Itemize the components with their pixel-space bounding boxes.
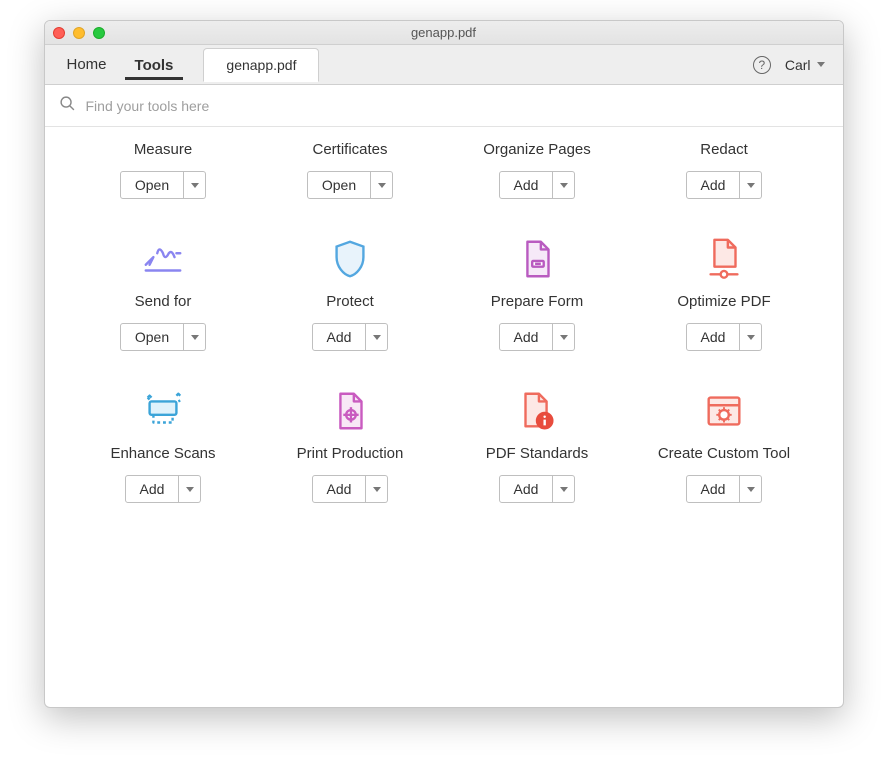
tool-action-dropdown[interactable] [553,171,575,199]
chevron-down-icon [191,335,199,340]
tool-pdf-standards: PDF Standards Add [449,381,626,503]
scanner-icon [140,381,186,441]
chevron-down-icon [373,335,381,340]
optimize-icon [701,229,747,289]
tool-action-button[interactable]: Add [686,323,741,351]
tool-action-dropdown[interactable] [740,323,762,351]
tool-action-button[interactable]: Add [499,171,554,199]
tool-label: PDF Standards [486,445,589,463]
user-menu[interactable]: Carl [779,53,831,77]
tool-action-dropdown[interactable] [553,323,575,351]
search-icon [59,95,76,117]
tool-label: Protect [326,293,374,311]
tool-action-dropdown[interactable] [366,475,388,503]
window-title: genapp.pdf [45,25,843,40]
chevron-down-icon [747,487,755,492]
chevron-down-icon [560,335,568,340]
tool-action-dropdown[interactable] [740,171,762,199]
chevron-down-icon [191,183,199,188]
tool-certificates: Certificates Open [262,141,439,199]
tool-action-button[interactable]: Add [312,323,367,351]
tool-action-button[interactable]: Open [120,323,184,351]
tool-action-button[interactable]: Add [686,171,741,199]
tool-grid: Measure Open Certificates Open Organize … [75,137,813,503]
tool-redact: Redact Add [636,141,813,199]
search-bar [45,85,843,127]
tool-protect: Protect Add [262,229,439,351]
chevron-down-icon [373,487,381,492]
tool-label: Create Custom Tool [658,445,790,463]
chevron-down-icon [817,62,825,67]
tool-action-button[interactable]: Add [499,323,554,351]
tool-action-dropdown[interactable] [184,323,206,351]
print-target-icon [327,381,373,441]
chevron-down-icon [560,183,568,188]
tool-label: Organize Pages [483,141,591,159]
tool-action-button[interactable]: Add [686,475,741,503]
chevron-down-icon [186,487,194,492]
tool-action-dropdown[interactable] [366,323,388,351]
tool-action-dropdown[interactable] [184,171,206,199]
tool-label: Enhance Scans [110,445,215,463]
help-icon[interactable]: ? [753,56,771,74]
signature-icon [140,229,186,289]
tool-action-button[interactable]: Add [312,475,367,503]
tool-label: Optimize PDF [677,293,770,311]
app-window: genapp.pdf Home Tools genapp.pdf ? Carl … [44,20,844,708]
tool-action-button[interactable]: Open [307,171,371,199]
user-name: Carl [785,57,811,73]
tool-label: Measure [134,141,192,159]
chevron-down-icon [747,183,755,188]
tool-action-dropdown[interactable] [179,475,201,503]
tool-print-production: Print Production Add [262,381,439,503]
chevron-down-icon [560,487,568,492]
document-tab[interactable]: genapp.pdf [203,48,319,82]
tool-label: Send for [135,293,192,311]
tool-optimize-pdf: Optimize PDF Add [636,229,813,351]
tool-action-dropdown[interactable] [740,475,762,503]
tool-action-button[interactable]: Open [120,171,184,199]
tool-enhance-scans: Enhance Scans Add [75,381,252,503]
tool-action-dropdown[interactable] [553,475,575,503]
chevron-down-icon [378,183,386,188]
form-icon [514,229,560,289]
tool-label: Redact [700,141,748,159]
tool-label: Certificates [312,141,387,159]
tool-action-button[interactable]: Add [499,475,554,503]
shield-icon [327,229,373,289]
tool-action-dropdown[interactable] [371,171,393,199]
tool-label: Print Production [297,445,404,463]
chevron-down-icon [747,335,755,340]
tool-action-button[interactable]: Add [125,475,180,503]
tool-label: Prepare Form [491,293,584,311]
tools-content[interactable]: Measure Open Certificates Open Organize … [45,127,843,707]
home-tab[interactable]: Home [57,50,117,79]
gear-window-icon [701,381,747,441]
tool-create-custom-tool: Create Custom Tool Add [636,381,813,503]
search-input[interactable] [86,98,829,114]
tools-tab[interactable]: Tools [125,51,184,80]
tool-measure: Measure Open [75,141,252,199]
pdf-info-icon [514,381,560,441]
tool-send-for-signature: Send for Open [75,229,252,351]
titlebar: genapp.pdf [45,21,843,45]
tool-prepare-form: Prepare Form Add [449,229,626,351]
main-toolbar: Home Tools genapp.pdf ? Carl [45,45,843,85]
tool-organize-pages: Organize Pages Add [449,141,626,199]
